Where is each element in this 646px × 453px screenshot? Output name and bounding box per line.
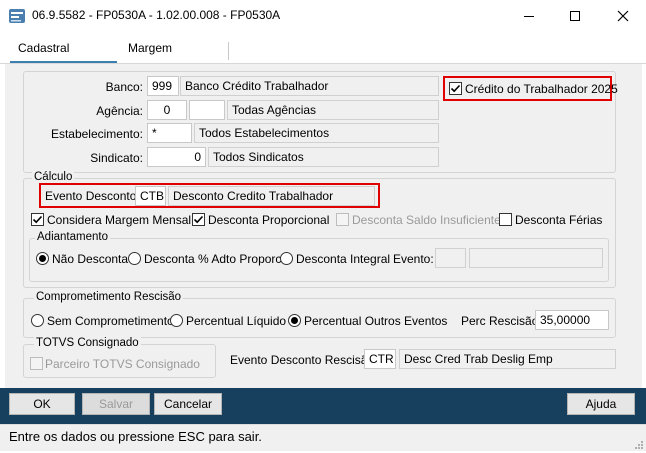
desconta-adto-proporc-label: Desconta % Adto Proporc bbox=[144, 252, 282, 266]
close-icon bbox=[617, 10, 629, 22]
adiantamento-evento-label: Evento: bbox=[393, 252, 434, 266]
parceiro-totvs-label: Parceiro TOTVS Consignado bbox=[45, 357, 200, 371]
checkmark-icon bbox=[32, 215, 43, 224]
checkmark-icon bbox=[450, 84, 461, 93]
maximize-icon bbox=[570, 11, 580, 21]
minimize-button[interactable] bbox=[506, 0, 552, 32]
status-text: Entre os dados ou pressione ESC para sai… bbox=[9, 429, 262, 444]
agencia-name-field: Todas Agências bbox=[227, 100, 439, 120]
sem-comprometimento-radio[interactable] bbox=[31, 314, 44, 327]
sindicato-name-field: Todos Sindicatos bbox=[208, 147, 439, 167]
window-title: 06.9.5582 - FP0530A - 1.02.00.008 - FP05… bbox=[32, 8, 281, 22]
evento-desconto-name-field: Desconto Credito Trabalhador bbox=[168, 186, 375, 206]
evento-rescisao-label: Evento Desconto Rescisão: bbox=[230, 353, 378, 367]
adiantamento-legend: Adiantamento bbox=[35, 231, 110, 243]
evento-desconto-code-field[interactable]: CTB bbox=[135, 186, 166, 206]
nao-desconta-label: Não Desconta bbox=[52, 252, 129, 266]
desconta-adto-proporc-radio[interactable] bbox=[128, 252, 141, 265]
sem-comprometimento-label: Sem Comprometimento bbox=[47, 314, 174, 328]
sindicato-label: Sindicato: bbox=[90, 151, 143, 165]
adiantamento-evento-name-field bbox=[469, 248, 603, 268]
salvar-button[interactable]: Salvar bbox=[82, 393, 150, 415]
perc-rescisao-label: Perc Rescisão: bbox=[461, 314, 542, 328]
credito-trabalhador-label: Crédito do Trabalhador 2025 bbox=[465, 82, 618, 96]
desconta-proporcional-label: Desconta Proporcional bbox=[208, 213, 330, 227]
credito-trabalhador-checkbox[interactable] bbox=[449, 82, 462, 95]
close-button[interactable] bbox=[600, 0, 646, 32]
agencia-code-field[interactable]: 0 bbox=[147, 100, 187, 120]
tab-margem[interactable]: Margem bbox=[128, 41, 172, 55]
agencia-code2-field[interactable] bbox=[189, 100, 225, 120]
desconta-integral-radio[interactable] bbox=[280, 252, 293, 265]
percentual-liquido-label: Percentual Líquido bbox=[186, 314, 287, 328]
desconta-integral-label: Desconta Integral bbox=[296, 252, 391, 266]
app-icon bbox=[8, 7, 26, 25]
considera-margem-mensal-checkbox[interactable] bbox=[31, 213, 44, 226]
adiantamento-evento-code-field[interactable] bbox=[435, 248, 466, 268]
perc-rescisao-field[interactable]: 35,00000 bbox=[535, 310, 609, 330]
checkmark-icon bbox=[193, 215, 204, 224]
percentual-outros-eventos-label: Percentual Outros Eventos bbox=[304, 314, 448, 328]
tab-cadastral[interactable]: Cadastral bbox=[18, 41, 69, 55]
rescisao-legend: Comprometimento Rescisão bbox=[34, 291, 184, 303]
calculo-legend: Cálculo bbox=[32, 171, 75, 183]
tab-separator bbox=[228, 42, 229, 60]
nao-desconta-radio[interactable] bbox=[36, 252, 49, 265]
resize-grip-icon[interactable] bbox=[634, 439, 644, 449]
evento-rescisao-code-field[interactable]: CTR bbox=[364, 349, 396, 369]
parceiro-totvs-checkbox[interactable] bbox=[30, 357, 43, 370]
banco-code-field[interactable]: 999 bbox=[147, 76, 179, 96]
percentual-outros-eventos-radio[interactable] bbox=[288, 314, 301, 327]
ajuda-button[interactable]: Ajuda bbox=[567, 393, 635, 415]
estabelecimento-code-field[interactable]: * bbox=[147, 123, 192, 143]
desconta-proporcional-checkbox[interactable] bbox=[192, 213, 205, 226]
maximize-button[interactable] bbox=[552, 0, 598, 32]
evento-desconto-label: Evento Desconto: bbox=[45, 189, 140, 203]
evento-rescisao-name-field: Desc Cred Trab Deslig Emp bbox=[399, 349, 616, 369]
estabelecimento-name-field: Todos Estabelecimentos bbox=[194, 123, 439, 143]
minimize-icon bbox=[524, 16, 534, 17]
ok-button[interactable]: OK bbox=[9, 393, 75, 415]
banco-name-field: Banco Crédito Trabalhador bbox=[180, 76, 439, 96]
considera-margem-mensal-label: Considera Margem Mensal bbox=[47, 213, 192, 227]
agencia-label: Agência: bbox=[96, 104, 143, 118]
percentual-liquido-radio[interactable] bbox=[170, 314, 183, 327]
desconta-ferias-label: Desconta Férias bbox=[515, 213, 603, 227]
sindicato-code-field[interactable]: 0 bbox=[147, 147, 206, 167]
cancelar-button[interactable]: Cancelar bbox=[154, 393, 222, 415]
estabelecimento-label: Estabelecimento: bbox=[50, 127, 143, 141]
desconta-ferias-checkbox[interactable] bbox=[499, 213, 512, 226]
banco-label: Banco: bbox=[105, 80, 143, 94]
desconta-saldo-insuficiente-label: Desconta Saldo Insuficiente bbox=[352, 213, 501, 227]
desconta-saldo-insuficiente-checkbox[interactable] bbox=[336, 213, 349, 226]
totvs-legend: TOTVS Consignado bbox=[34, 337, 141, 349]
